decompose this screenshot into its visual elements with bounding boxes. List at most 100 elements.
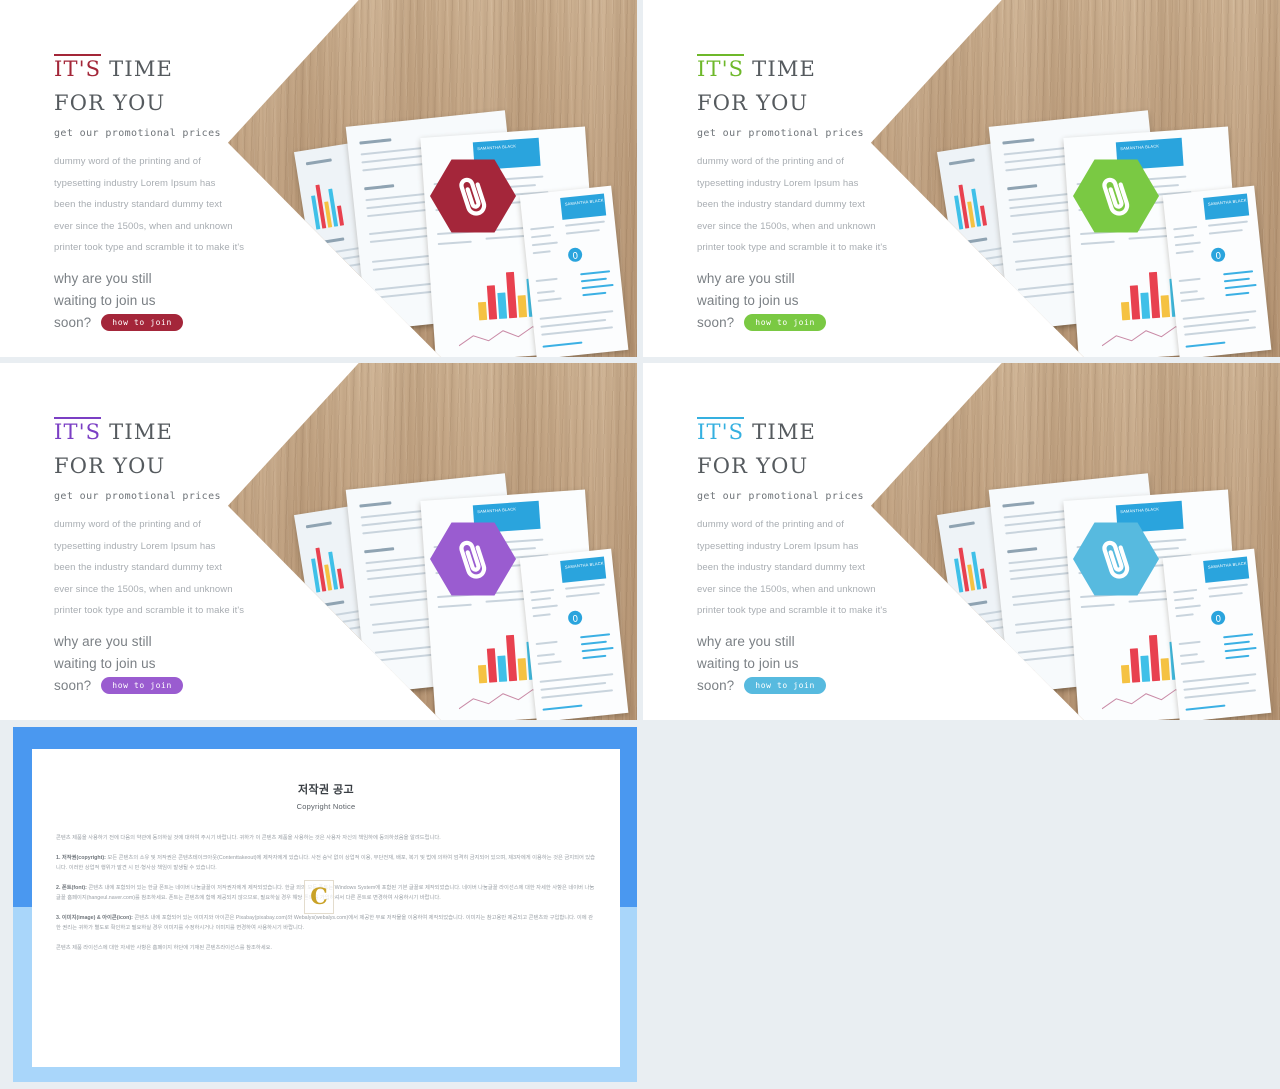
notice-section: 1. 저작권(copyright): 모든 콘텐츠의 소유 및 저작권은 콘텐츠… <box>56 853 596 874</box>
body-line: printer took type and scramble it to mak… <box>697 605 888 616</box>
notice-title: 저작권 공고 <box>297 784 355 796</box>
heading-line1: IT'S TIME <box>54 415 299 450</box>
slide-purple[interactable]: SAMANTHA BLACK SAMANTHA BLACK 0 IT'S TIM… <box>0 363 637 720</box>
tagline-line: soon? <box>54 677 92 693</box>
slide-copy: IT'S TIME FOR YOU get our promotional pr… <box>54 415 299 697</box>
body-line: printer took type and scramble it to mak… <box>54 242 245 253</box>
heading-accent: IT'S <box>697 54 745 81</box>
svg-text:0: 0 <box>572 251 579 262</box>
tagline-line: waiting to join us <box>54 655 156 671</box>
tagline: why are you still waiting to join us soo… <box>697 631 942 697</box>
how-to-join-button[interactable]: how to join <box>101 314 183 331</box>
heading-rest: TIME <box>744 57 817 81</box>
heading-line2: FOR YOU <box>54 454 166 478</box>
slide-copy: IT'S TIME FOR YOU get our promotional pr… <box>697 415 942 697</box>
slide-blue[interactable]: SAMANTHA BLACK SAMANTHA BLACK 0 IT'S TIM… <box>643 363 1280 720</box>
body-line: been the industry standard dummy text <box>697 562 865 573</box>
resume-name-badge-side: SAMANTHA BLACK <box>1203 556 1250 583</box>
hexagon-badge[interactable] <box>430 521 516 597</box>
heading-accent: IT'S <box>54 417 102 444</box>
body-paragraph: dummy word of the printing and of typese… <box>54 151 299 259</box>
resume-name-side: SAMANTHA BLACK <box>564 560 604 570</box>
svg-text:0: 0 <box>1215 614 1222 625</box>
body-line: been the industry standard dummy text <box>697 199 865 210</box>
heading-rest: TIME <box>101 420 174 444</box>
heading-rest: TIME <box>744 420 817 444</box>
resume-doc-side: SAMANTHA BLACK 0 <box>1162 548 1272 720</box>
tagline-line: waiting to join us <box>697 655 799 671</box>
tagline-line: soon? <box>697 677 735 693</box>
body-line: dummy word of the printing and of <box>54 519 201 530</box>
tagline-line: why are you still <box>54 270 152 286</box>
body-line: ever since the 1500s, when and unknown <box>697 583 876 595</box>
notice-section-label: 2. 폰트(font): <box>56 884 87 891</box>
notice-section-label: 1. 저작권(copyright): <box>56 854 106 861</box>
tagline-line: why are you still <box>697 270 795 286</box>
resume-name: SAMANTHA BLACK <box>1120 506 1160 515</box>
hexagon-badge[interactable] <box>1073 158 1159 234</box>
body-paragraph: dummy word of the printing and of typese… <box>54 514 299 622</box>
body-line: printer took type and scramble it to mak… <box>54 605 245 616</box>
heading-line2: FOR YOU <box>54 91 166 115</box>
notice-subtitle: Copyright Notice <box>296 802 356 811</box>
notice-section-label: 3. 이미지(image) & 아이콘(icon): <box>56 914 133 921</box>
tagline: why are you still waiting to join us soo… <box>54 268 299 334</box>
heading-line1: IT'S TIME <box>697 52 942 87</box>
body-paragraph: dummy word of the printing and of typese… <box>697 151 942 259</box>
heading-accent: IT'S <box>54 54 102 81</box>
how-to-join-button[interactable]: how to join <box>101 677 183 694</box>
body-line: been the industry standard dummy text <box>54 562 222 573</box>
notice-section-text: 모든 콘텐츠의 소유 및 저작권은 콘텐츠테이크아웃(Contenttakeou… <box>56 854 596 872</box>
heading-line1: IT'S TIME <box>54 52 299 87</box>
tagline-line: why are you still <box>697 633 795 649</box>
heading-line2: FOR YOU <box>697 454 809 478</box>
svg-text:0: 0 <box>1215 251 1222 262</box>
notice-section-text: 콘텐츠 내에 포함되어 있는 이미지와 아이콘은 Pixabay(pixabay… <box>56 914 594 932</box>
slide-grid: SAMANTHA BLACK SAMANTHA BLACK 0 IT'S TIM… <box>0 0 1280 1089</box>
notice-closing: 콘텐츠 제품 라이선스에 대한 자세한 사항은 홈페이지 하단에 기재된 콘텐츠… <box>56 944 272 951</box>
resume-name-badge-side: SAMANTHA BLACK <box>560 193 607 220</box>
tagline-line: why are you still <box>54 633 152 649</box>
heading-rest: TIME <box>101 57 174 81</box>
copyright-watermark-icon: C <box>304 880 334 914</box>
slide-copy: IT'S TIME FOR YOU get our promotional pr… <box>697 52 942 334</box>
subheading: get our promotional prices <box>54 491 221 502</box>
slide-green[interactable]: SAMANTHA BLACK SAMANTHA BLACK 0 IT'S TIM… <box>643 0 1280 357</box>
slide-copy: IT'S TIME FOR YOU get our promotional pr… <box>54 52 299 334</box>
hexagon-badge[interactable] <box>1073 521 1159 597</box>
tagline: why are you still waiting to join us soo… <box>697 268 942 334</box>
resume-doc-side: SAMANTHA BLACK 0 <box>519 548 629 720</box>
body-line: ever since the 1500s, when and unknown <box>54 220 233 232</box>
body-line: dummy word of the printing and of <box>697 156 844 167</box>
body-line: typesetting industry Lorem Ipsum has <box>54 177 216 189</box>
body-line: been the industry standard dummy text <box>54 199 222 210</box>
subheading: get our promotional prices <box>54 128 221 139</box>
tagline-line: waiting to join us <box>697 292 799 308</box>
slide-crimson[interactable]: SAMANTHA BLACK SAMANTHA BLACK 0 IT'S TIM… <box>0 0 637 357</box>
heading-line1: IT'S TIME <box>697 415 942 450</box>
subheading: get our promotional prices <box>697 128 864 139</box>
hexagon-badge[interactable] <box>430 158 516 234</box>
resume-name-side: SAMANTHA BLACK <box>564 197 604 207</box>
svg-text:0: 0 <box>572 614 579 625</box>
body-line: ever since the 1500s, when and unknown <box>54 583 233 595</box>
resume-name: SAMANTHA BLACK <box>477 143 517 152</box>
resume-name-side: SAMANTHA BLACK <box>1207 197 1247 207</box>
resume-name-badge-side: SAMANTHA BLACK <box>1203 193 1250 220</box>
subheading: get our promotional prices <box>697 491 864 502</box>
body-line: printer took type and scramble it to mak… <box>697 242 888 253</box>
resume-name: SAMANTHA BLACK <box>1120 143 1160 152</box>
resume-name-side: SAMANTHA BLACK <box>1207 560 1247 570</box>
body-line: dummy word of the printing and of <box>697 519 844 530</box>
heading-accent: IT'S <box>697 417 745 444</box>
how-to-join-button[interactable]: how to join <box>744 677 826 694</box>
resume-doc-side: SAMANTHA BLACK 0 <box>1162 185 1272 357</box>
resume-doc-side: SAMANTHA BLACK 0 <box>519 185 629 357</box>
body-line: typesetting industry Lorem Ipsum has <box>54 540 216 552</box>
tagline-line: soon? <box>54 314 92 330</box>
how-to-join-button[interactable]: how to join <box>744 314 826 331</box>
body-line: typesetting industry Lorem Ipsum has <box>697 540 859 552</box>
resume-name: SAMANTHA BLACK <box>477 506 517 515</box>
body-paragraph: dummy word of the printing and of typese… <box>697 514 942 622</box>
tagline-line: waiting to join us <box>54 292 156 308</box>
